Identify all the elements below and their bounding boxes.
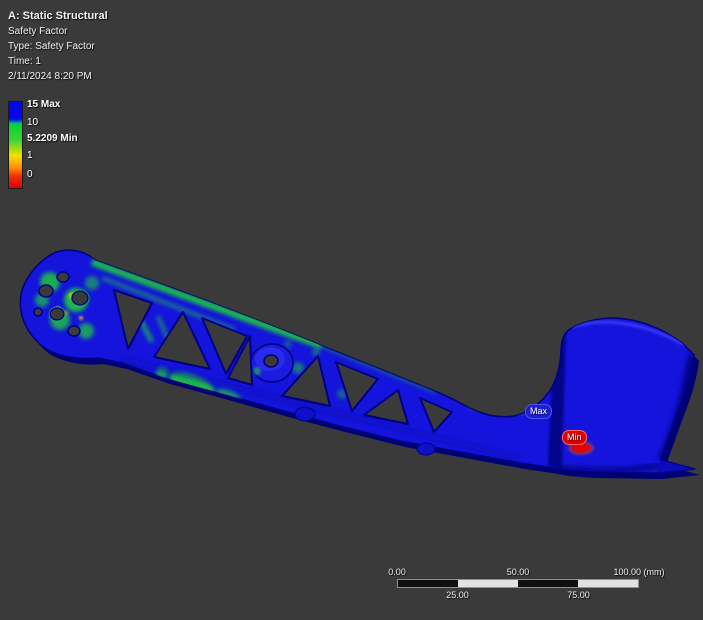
scale-ruler-bottom-labels: 25.00 75.00 [397,588,639,600]
scale-segment-4 [578,580,638,587]
model-3d-canvas[interactable] [0,0,703,620]
scale-label-75: 75.00 [567,590,590,600]
scale-segment-3 [518,580,578,587]
pivot-boss [250,343,294,383]
max-probe-label[interactable]: Max [525,404,553,419]
result-datetime: 2/11/2024 8:20 PM [8,71,92,82]
result-time: Time: 1 [8,56,41,67]
scale-segment-1 [398,580,458,587]
result-annotation: A: Static Structural Safety Factor Type:… [8,9,108,84]
scale-label-0: 0.00 [388,567,406,577]
legend-label-10: 10 [27,117,39,128]
scale-ruler-bar [397,579,639,588]
analysis-title: A: Static Structural [8,10,108,22]
scale-segment-2 [458,580,518,587]
contour-legend: 15 Max 10 5.2209 Min 1 0 [8,99,128,193]
result-type: Type: Safety Factor [8,41,95,52]
legend-label-1: 1 [27,150,33,161]
legend-label-max: 15 Max [27,99,61,110]
result-name: Safety Factor [8,26,68,37]
scale-label-100: 100.00 (mm) [613,567,665,577]
scale-label-50: 50.00 [506,567,530,577]
legend-label-0: 0 [27,169,33,180]
graphics-viewport[interactable]: A: Static Structural Safety Factor Type:… [0,0,703,620]
scale-ruler-top-labels: 0.00 50.00 100.00 (mm) [388,567,664,579]
legend-color-bar [8,101,23,189]
scale-ruler: 0.00 50.00 100.00 (mm) 25.00 75.00 [388,567,664,600]
min-probe-label[interactable]: Min [562,430,587,445]
legend-label-min: 5.2209 Min [27,133,78,144]
scale-label-25: 25.00 [446,590,469,600]
